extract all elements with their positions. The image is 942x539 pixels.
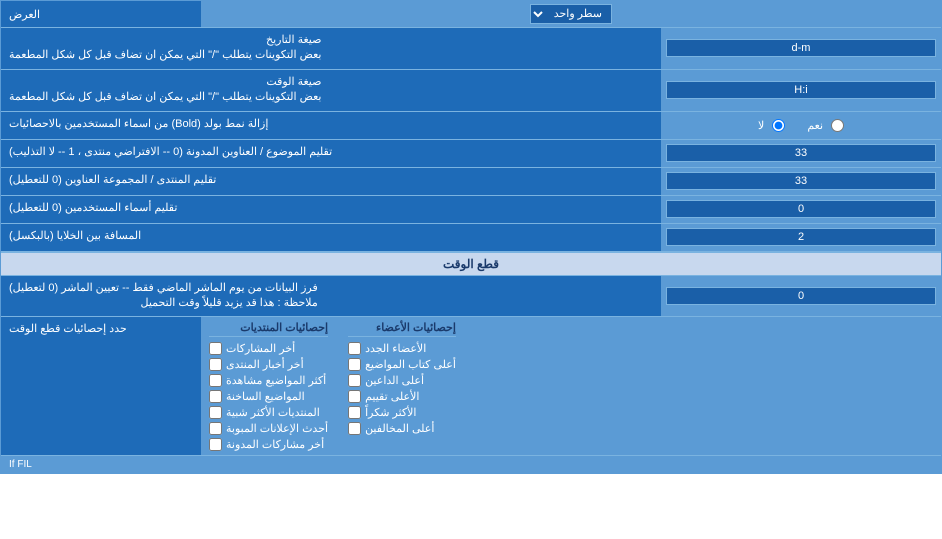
checkbox-top-rated[interactable] — [348, 390, 361, 403]
time-format-input[interactable] — [666, 81, 936, 99]
user-names-sort-label: تقليم أسماء المستخدمين (0 للتعطيل) — [1, 196, 661, 223]
date-format-row: صيغة التاريخ بعض التكوينات يتطلب "/" الت… — [1, 28, 941, 70]
time-format-row: صيغة الوقت بعض التكوينات يتطلب "/" التي … — [1, 70, 941, 112]
checkbox-hot-topics[interactable] — [209, 390, 222, 403]
user-names-sort-input-cell — [661, 196, 941, 223]
bold-no-radio[interactable] — [772, 119, 785, 132]
stats-item-2: أخر أخبار المنتدى — [209, 358, 328, 371]
checkbox-new-members[interactable] — [348, 342, 361, 355]
checkbox-most-viewed[interactable] — [209, 374, 222, 387]
user-names-sort-row: تقليم أسماء المستخدمين (0 للتعطيل) — [1, 196, 941, 224]
checkbox-most-thanked[interactable] — [348, 406, 361, 419]
forum-group-sort-row: تقليم المنتدى / المجموعة العناوين (0 للت… — [1, 168, 941, 196]
stats-item-5: المنتديات الأكثر شبية — [209, 406, 328, 419]
stats-col1-header: إحصائيات المنتديات — [209, 321, 328, 337]
bold-remove-label: إزالة نمط بولد (Bold) من اسماء المستخدمي… — [1, 112, 661, 139]
time-cut-header: قطع الوقت — [1, 252, 941, 276]
checkbox-similar-forums[interactable] — [209, 406, 222, 419]
date-format-input[interactable] — [666, 39, 936, 57]
time-cut-input[interactable] — [666, 287, 936, 305]
bold-remove-row: إزالة نمط بولد (Bold) من اسماء المستخدمي… — [1, 112, 941, 140]
time-cut-label: فرز البيانات من يوم الماشر الماضي فقط --… — [1, 276, 661, 317]
stats-checkboxes-area: إحصائيات المنتديات أخر المشاركات أخر أخب… — [201, 317, 941, 455]
time-format-input-cell — [661, 70, 941, 111]
stats-item-6: أحدث الإعلانات المبوبة — [209, 422, 328, 435]
stats-item-3: أكثر المواضيع مشاهدة — [209, 374, 328, 387]
stats-col-forums: إحصائيات المنتديات أخر المشاركات أخر أخب… — [209, 321, 328, 451]
bold-yes-label: نعم — [807, 119, 823, 132]
user-names-sort-input[interactable] — [666, 200, 936, 218]
cell-distance-row: المسافة بين الخلايا (بالبكسل) — [1, 224, 941, 252]
forum-group-sort-label: تقليم المنتدى / المجموعة العناوين (0 للت… — [1, 168, 661, 195]
cell-distance-label: المسافة بين الخلايا (بالبكسل) — [1, 224, 661, 251]
date-format-label: صيغة التاريخ بعض التكوينات يتطلب "/" الت… — [1, 28, 661, 69]
stats-item-4: المواضيع الساخنة — [209, 390, 328, 403]
bold-remove-radio-cell: نعم لا — [661, 112, 941, 139]
topic-sort-label: تقليم الموضوع / العناوين المدونة (0 -- ا… — [1, 140, 661, 167]
bold-no-label: لا — [758, 119, 764, 132]
checkbox-last-posts[interactable] — [209, 342, 222, 355]
checkbox-top-writers[interactable] — [348, 358, 361, 371]
display-row: العرض سطر واحد سطران ثلاثة أسطر — [1, 1, 941, 28]
date-format-input-cell — [661, 28, 941, 69]
stats-member-2: أعلى كتاب المواضيع — [348, 358, 456, 371]
time-format-label: صيغة الوقت بعض التكوينات يتطلب "/" التي … — [1, 70, 661, 111]
checkbox-top-violators[interactable] — [348, 422, 361, 435]
display-label: العرض — [1, 1, 201, 27]
time-cut-input-cell — [661, 276, 941, 317]
stats-label: حدد إحصائيات قطع الوقت — [1, 317, 201, 455]
stats-member-6: أعلى المخالفين — [348, 422, 456, 435]
bold-yes-radio[interactable] — [831, 119, 844, 132]
cell-distance-input-cell — [661, 224, 941, 251]
stats-col-members: إحصائيات الأعضاء الأعضاء الجدد أعلى كتاب… — [348, 321, 456, 451]
stats-member-1: الأعضاء الجدد — [348, 342, 456, 355]
forum-group-sort-input-cell — [661, 168, 941, 195]
time-cut-row: فرز البيانات من يوم الماشر الماضي فقط --… — [1, 276, 941, 318]
stats-item-1: أخر المشاركات — [209, 342, 328, 355]
topic-sort-input[interactable] — [666, 144, 936, 162]
stats-item-7: أخر مشاركات المدونة — [209, 438, 328, 451]
display-dropdown[interactable]: سطر واحد سطران ثلاثة أسطر — [530, 4, 612, 24]
stats-col2-header: إحصائيات الأعضاء — [348, 321, 456, 337]
stats-member-5: الأكثر شكراً — [348, 406, 456, 419]
checkbox-classified-ads[interactable] — [209, 422, 222, 435]
bottom-note: If FIL — [1, 455, 941, 473]
stats-section: حدد إحصائيات قطع الوقت إحصائيات المنتديا… — [1, 317, 941, 455]
stats-member-4: الأعلى تقييم — [348, 390, 456, 403]
display-dropdown-cell: سطر واحد سطران ثلاثة أسطر — [201, 1, 941, 27]
topic-sort-input-cell — [661, 140, 941, 167]
checkbox-last-news[interactable] — [209, 358, 222, 371]
topic-sort-row: تقليم الموضوع / العناوين المدونة (0 -- ا… — [1, 140, 941, 168]
forum-group-sort-input[interactable] — [666, 172, 936, 190]
checkbox-top-inviters[interactable] — [348, 374, 361, 387]
checkbox-blog-posts[interactable] — [209, 438, 222, 451]
settings-container: العرض سطر واحد سطران ثلاثة أسطر صيغة الت… — [0, 0, 942, 474]
cell-distance-input[interactable] — [666, 228, 936, 246]
stats-member-3: أعلى الداعين — [348, 374, 456, 387]
